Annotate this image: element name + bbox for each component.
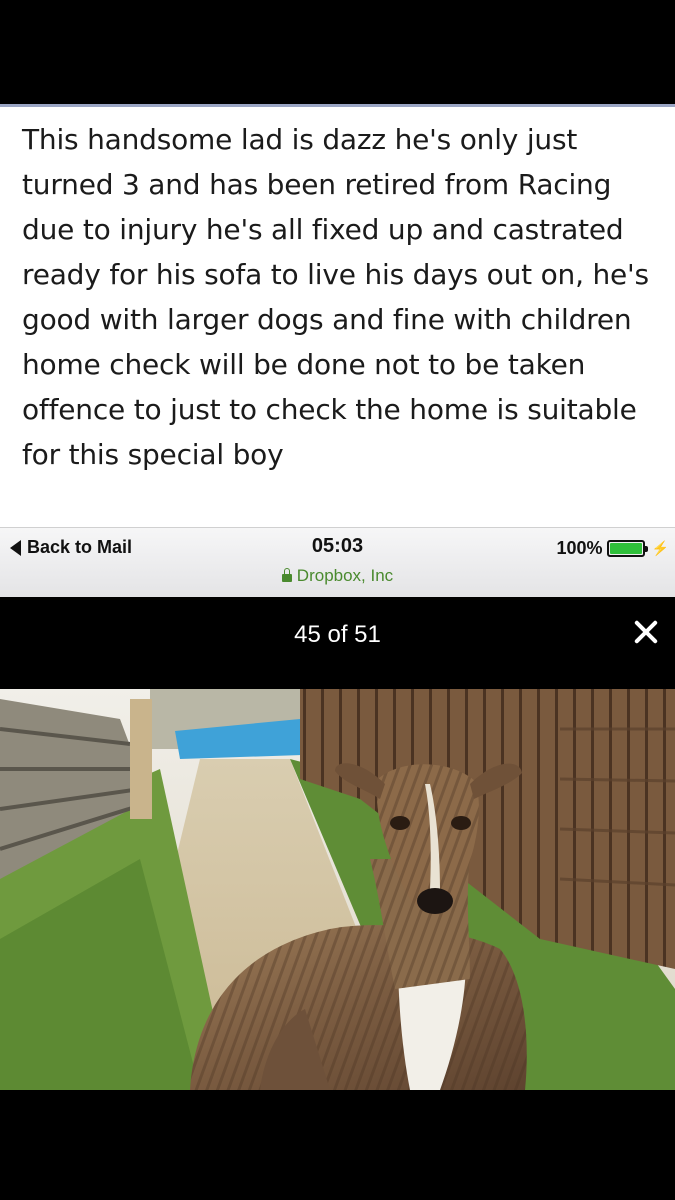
battery-tip bbox=[644, 546, 648, 552]
greyhound-photo-illustration bbox=[0, 689, 675, 1090]
site-name: Dropbox, Inc bbox=[296, 566, 394, 585]
post-text: This handsome lad is dazz he's only just… bbox=[22, 123, 649, 471]
charging-bolt-icon: ⚡ bbox=[651, 540, 669, 556]
lock-icon bbox=[281, 568, 292, 582]
battery-fill bbox=[609, 543, 642, 554]
bottom-black-bar bbox=[0, 1090, 675, 1200]
viewer-header: 45 of 51 bbox=[0, 597, 675, 689]
dog-photo bbox=[0, 689, 675, 1090]
battery-indicator: 100% ⚡ bbox=[557, 538, 669, 559]
top-black-bar bbox=[0, 0, 675, 104]
battery-icon bbox=[606, 540, 648, 557]
close-icon[interactable] bbox=[629, 615, 663, 649]
image-counter: 45 of 51 bbox=[294, 621, 381, 648]
site-indicator: Dropbox, Inc bbox=[0, 566, 675, 586]
status-bar: Back to Mail 05:03 Dropbox, Inc 100% ⚡ bbox=[0, 527, 675, 597]
post-panel: This handsome lad is dazz he's only just… bbox=[0, 107, 675, 527]
battery-percent: 100% bbox=[556, 538, 603, 558]
